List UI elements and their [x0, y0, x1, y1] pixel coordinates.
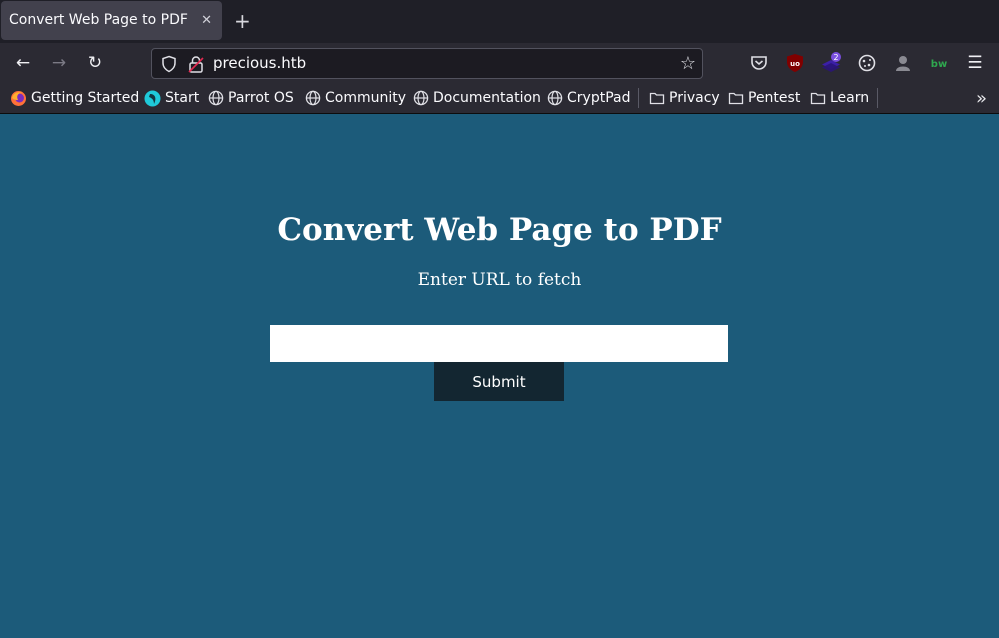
- page-content: Convert Web Page to PDF Enter URL to fet…: [0, 115, 999, 638]
- url-input[interactable]: [270, 325, 728, 362]
- bookmark-separator: [638, 88, 639, 108]
- bookmark-label: Start: [165, 90, 200, 106]
- spy-extension-icon[interactable]: [892, 52, 914, 74]
- tab-strip: Convert Web Page to PDF ✕ +: [0, 0, 999, 43]
- tab-active[interactable]: Convert Web Page to PDF ✕: [1, 1, 222, 40]
- bookmark-getting-started[interactable]: Getting Started: [10, 83, 139, 113]
- navigation-bar: ← → ↻ precious.htb ☆ uo 2 bw ☰: [0, 43, 999, 83]
- bookmark-label: Community: [325, 90, 407, 106]
- svg-text:uo: uo: [790, 60, 800, 68]
- tab-close-icon[interactable]: ✕: [201, 1, 212, 40]
- bookmark-label: Privacy: [669, 90, 720, 106]
- bookmark-folder-privacy[interactable]: Privacy: [649, 83, 720, 113]
- new-tab-button[interactable]: +: [234, 8, 251, 34]
- globe-icon: [547, 90, 563, 106]
- cookie-icon[interactable]: [856, 52, 878, 74]
- parrot-icon: [144, 90, 161, 106]
- folder-icon: [649, 92, 665, 105]
- globe-icon: [208, 90, 224, 106]
- page-subtitle: Enter URL to fetch: [417, 270, 582, 290]
- bookmark-documentation[interactable]: Documentation: [413, 83, 541, 113]
- bookmark-parrot-os[interactable]: Parrot OS: [208, 83, 294, 113]
- insecure-lock-icon[interactable]: [188, 55, 204, 73]
- bookmark-label: Learn: [830, 90, 870, 106]
- bookmark-start[interactable]: Start: [144, 83, 199, 113]
- bitwarden-label: bw: [931, 59, 947, 70]
- bookmark-label: Documentation: [433, 90, 541, 106]
- address-bar[interactable]: precious.htb ☆: [151, 48, 703, 79]
- bookmark-label: CryptPad: [567, 90, 631, 106]
- reload-button[interactable]: ↻: [84, 52, 106, 74]
- bookmark-community[interactable]: Community: [305, 83, 406, 113]
- pocket-icon[interactable]: [748, 52, 770, 74]
- page-title: Convert Web Page to PDF: [277, 212, 722, 248]
- back-button[interactable]: ←: [12, 52, 34, 74]
- bookmark-separator: [877, 88, 878, 108]
- bookmark-label: Parrot OS: [228, 90, 294, 106]
- shield-icon[interactable]: [160, 55, 178, 73]
- globe-icon: [413, 90, 429, 106]
- bookmarks-toolbar: Getting Started Start Parrot OS Communit…: [0, 83, 999, 114]
- extension-badge-count: 2: [833, 53, 838, 62]
- bookmark-folder-pentest[interactable]: Pentest: [728, 83, 800, 113]
- bookmark-label: Pentest: [748, 90, 801, 106]
- folder-icon: [728, 92, 744, 105]
- menu-icon[interactable]: ☰: [964, 52, 986, 74]
- bookmark-folder-learn[interactable]: Learn: [810, 83, 869, 113]
- ublock-origin-icon[interactable]: uo: [784, 52, 806, 74]
- tab-title: Convert Web Page to PDF: [9, 12, 188, 28]
- forward-button[interactable]: →: [48, 52, 70, 74]
- bookmark-cryptpad[interactable]: CryptPad: [547, 83, 630, 113]
- bookmark-label: Getting Started: [31, 90, 140, 106]
- layers-extension-icon[interactable]: 2: [820, 52, 842, 74]
- submit-button[interactable]: Submit: [434, 362, 564, 401]
- bookmark-star-icon[interactable]: ☆: [680, 53, 696, 74]
- folder-icon: [810, 92, 826, 105]
- bitwarden-icon[interactable]: bw: [928, 52, 950, 74]
- bookmarks-overflow-icon[interactable]: »: [976, 88, 987, 109]
- firefox-icon: [11, 90, 26, 106]
- url-text[interactable]: precious.htb: [213, 49, 306, 78]
- globe-icon: [305, 90, 321, 106]
